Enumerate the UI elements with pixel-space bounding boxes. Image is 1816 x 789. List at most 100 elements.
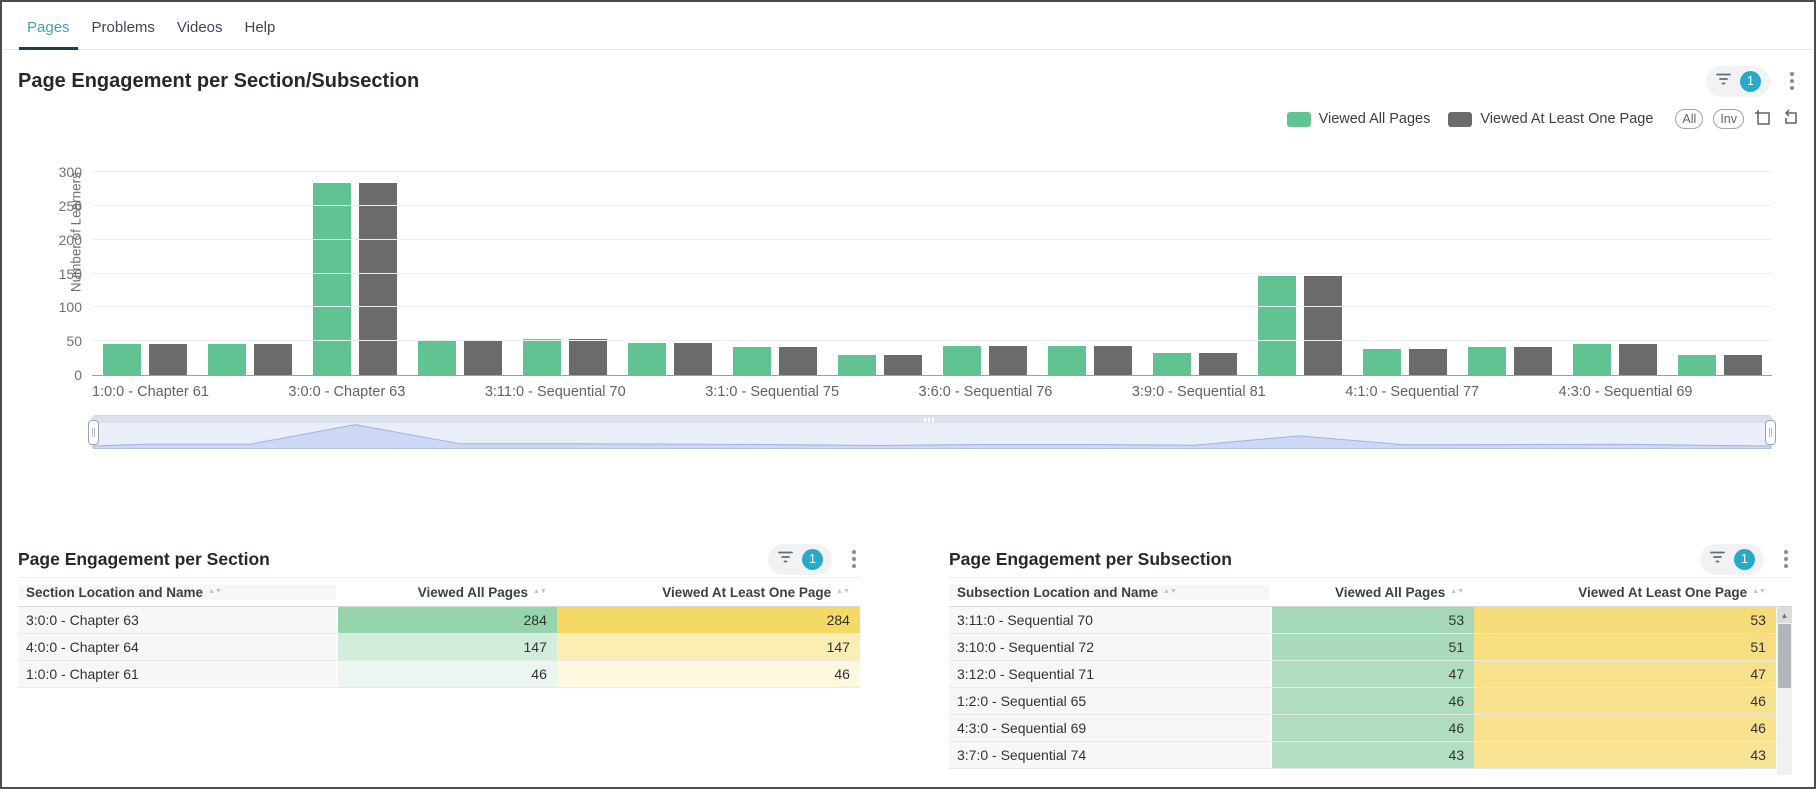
tab-pages[interactable]: Pages: [16, 5, 81, 49]
tab-videos[interactable]: Videos: [166, 5, 234, 49]
legend-item-0[interactable]: Viewed All Pages: [1287, 111, 1431, 127]
table-row: 3:7:0 - Sequential 744343: [949, 742, 1792, 769]
viewed-one-cell: 147: [557, 634, 860, 660]
subsection-table-filter-button[interactable]: 1: [1700, 544, 1764, 575]
subsection-table-menu-button[interactable]: [1780, 548, 1792, 570]
x-tick-label: [1479, 384, 1559, 405]
chart-legend: Viewed All Pages Viewed At Least One Page: [1287, 111, 1654, 127]
bar-group-12: [1352, 349, 1457, 375]
section-table-filter-button[interactable]: 1: [768, 544, 832, 575]
bar-group-14: [1562, 344, 1667, 375]
bar-group-7: [827, 355, 932, 375]
bar: [628, 343, 666, 375]
row-name-cell: 4:3:0 - Sequential 69: [949, 715, 1272, 741]
bar: [1199, 353, 1237, 375]
bar: [103, 344, 141, 375]
slider-handle-left[interactable]: [88, 420, 99, 445]
bar: [418, 341, 456, 376]
x-tick-label: [1266, 384, 1346, 405]
slider-grip[interactable]: [924, 418, 934, 422]
x-tick-label: 1:0:0 - Chapter 61: [92, 384, 209, 405]
dashboard-page: PagesProblemsVideosHelp Page Engagement …: [0, 0, 1816, 789]
row-name-cell: 3:12:0 - Sequential 71: [949, 661, 1272, 687]
legend-swatch: [1287, 112, 1311, 127]
bar-group-8: [932, 346, 1037, 375]
viewed-all-cell: 53: [1272, 607, 1475, 633]
rect-select-icon[interactable]: [1754, 109, 1771, 130]
bar: [779, 347, 817, 375]
bar: [523, 339, 561, 375]
bar: [208, 344, 246, 375]
viewed-one-cell: 46: [557, 661, 860, 687]
subsection-table-filter-count-badge: 1: [1734, 549, 1755, 570]
x-tick-label: 4:1:0 - Sequential 77: [1345, 384, 1479, 405]
bar: [1363, 349, 1401, 375]
slider-minimap: [93, 423, 1771, 449]
bar: [884, 355, 922, 375]
bar: [313, 183, 351, 375]
table-row: 1:2:0 - Sequential 654646: [949, 688, 1792, 715]
chart-menu-button[interactable]: [1786, 70, 1798, 92]
column-header-viewed-all[interactable]: Viewed All Pages▲▼: [1272, 585, 1475, 600]
column-header-viewed-all[interactable]: Viewed All Pages▲▼: [338, 585, 557, 600]
viewed-one-cell: 46: [1474, 688, 1776, 714]
tab-help[interactable]: Help: [234, 5, 287, 49]
x-tick-label: 3:9:0 - Sequential 81: [1132, 384, 1266, 405]
bar-group-1: [197, 344, 302, 375]
bar: [989, 346, 1027, 375]
bar: [943, 346, 981, 375]
x-tick-label: [405, 384, 485, 405]
column-header-subsection-name[interactable]: Subsection Location and Name▲▼: [949, 585, 1272, 600]
bar-group-2: [302, 183, 407, 375]
scrollbar-up-arrow[interactable]: ▲: [1777, 607, 1792, 623]
bar-group-5: [617, 343, 722, 375]
select-all-button[interactable]: All: [1675, 109, 1703, 129]
x-tick-label: 4:3:0 - Sequential 69: [1559, 384, 1693, 405]
chart-zoom-slider[interactable]: [92, 415, 1772, 449]
table-scrollbar[interactable]: ▲: [1777, 607, 1792, 775]
gridline: [92, 273, 1772, 274]
bar: [1619, 344, 1657, 375]
gridline: [92, 340, 1772, 341]
viewed-one-cell: 47: [1474, 661, 1776, 687]
bar: [1678, 355, 1716, 375]
viewed-all-cell: 51: [1272, 634, 1475, 660]
column-header-viewed-one[interactable]: Viewed At Least One Page▲▼: [557, 585, 860, 600]
y-tick-label: 250: [40, 198, 82, 214]
slider-handle-right[interactable]: [1765, 420, 1776, 445]
tab-problems[interactable]: Problems: [81, 5, 166, 49]
bar: [1094, 346, 1132, 375]
select-invert-button[interactable]: Inv: [1713, 109, 1744, 129]
bar: [1724, 355, 1762, 375]
bar: [1048, 346, 1086, 375]
sort-icon: ▲▼: [1163, 589, 1177, 595]
chart-filter-button[interactable]: 1: [1706, 66, 1770, 97]
column-header-section-name[interactable]: Section Location and Name▲▼: [18, 585, 338, 600]
bar: [1468, 347, 1506, 375]
bar-chart: Number of Learners 050100150200250300 1:…: [92, 150, 1772, 449]
row-name-cell: 3:7:0 - Sequential 74: [949, 742, 1272, 768]
bar-group-4: [512, 339, 617, 375]
viewed-one-cell: 51: [1474, 634, 1776, 660]
sort-icon: ▲▼: [533, 589, 547, 595]
gridline: [92, 171, 1772, 172]
bar-group-9: [1037, 346, 1142, 375]
scrollbar-thumb[interactable]: [1778, 624, 1791, 688]
bar-group-6: [722, 347, 827, 375]
viewed-one-cell: 284: [557, 607, 860, 633]
section-table-menu-button[interactable]: [848, 548, 860, 570]
bar: [1409, 349, 1447, 375]
bar: [838, 355, 876, 375]
bar-group-15: [1667, 355, 1772, 375]
y-tick-label: 100: [40, 299, 82, 315]
x-tick-label: 3:1:0 - Sequential 75: [705, 384, 839, 405]
undo-select-icon[interactable]: [1781, 109, 1798, 130]
column-header-viewed-one[interactable]: Viewed At Least One Page▲▼: [1474, 585, 1776, 600]
table-row: 3:10:0 - Sequential 725151: [949, 634, 1792, 661]
row-name-cell: 3:0:0 - Chapter 63: [18, 607, 338, 633]
table-row: 3:11:0 - Sequential 705353: [949, 607, 1792, 634]
tables-row: Page Engagement per Section 1 Section Lo…: [2, 541, 1814, 769]
x-axis-labels: 1:0:0 - Chapter 613:0:0 - Chapter 633:11…: [92, 384, 1772, 405]
legend-item-1[interactable]: Viewed At Least One Page: [1448, 111, 1653, 127]
sort-icon: ▲▼: [1450, 589, 1464, 595]
